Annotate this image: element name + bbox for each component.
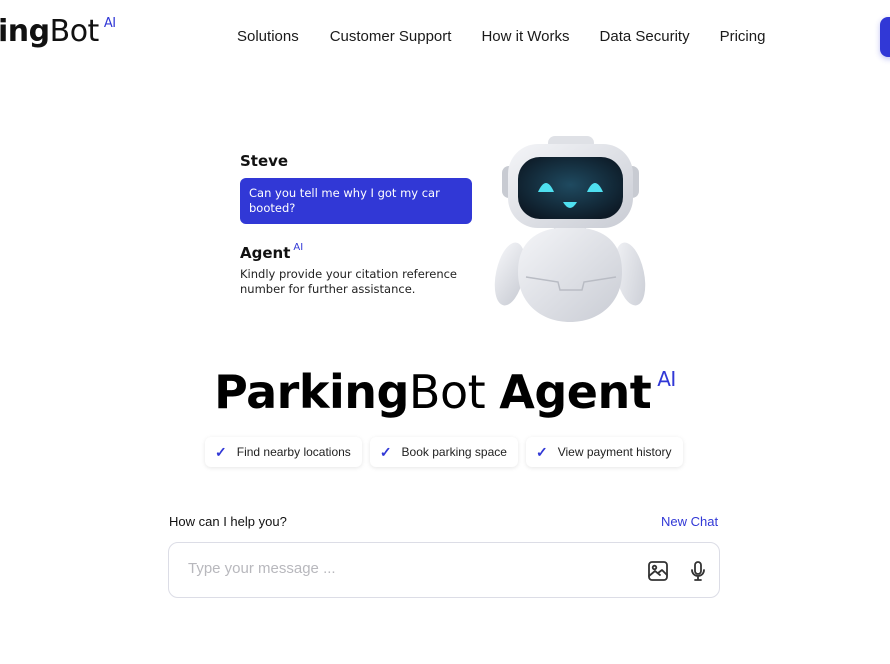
check-icon: ✓ <box>379 443 392 460</box>
check-icon: ✓ <box>215 443 227 460</box>
robot-screen <box>518 157 623 219</box>
agent-message: Kindly provide your citation reference n… <box>240 267 458 296</box>
robot-body <box>518 227 622 322</box>
header-cta-button[interactable] <box>880 17 890 57</box>
agent-label: Agent <box>240 244 291 262</box>
logo[interactable]: ingBot AI <box>0 14 116 49</box>
hero-title-agent: Agent <box>499 365 652 419</box>
hero-title-parking: Parking <box>214 365 409 419</box>
composer-label: How can I help you? <box>169 514 287 529</box>
feature-label: Book parking space <box>401 445 507 459</box>
robot-illustration <box>494 136 646 322</box>
agent-ai-badge: AI <box>293 242 304 253</box>
feature-payment-history[interactable]: ✓ View payment history <box>525 437 683 467</box>
hero-ai-badge: AI <box>657 367 676 391</box>
nav-customer-support[interactable]: Customer Support <box>330 28 452 45</box>
nav-pricing[interactable]: Pricing <box>720 28 766 45</box>
new-chat-link[interactable]: New Chat <box>661 514 718 529</box>
nav-how-it-works[interactable]: How it Works <box>481 28 569 45</box>
chat-preview: Steve Can you tell me why I got my car b… <box>240 152 472 297</box>
microphone-icon[interactable] <box>686 559 710 583</box>
feature-label: Find nearby locations <box>236 445 351 459</box>
user-message-bubble: Can you tell me why I got my car booted? <box>240 178 472 224</box>
nav-solutions[interactable]: Solutions <box>237 28 299 45</box>
check-icon: ✓ <box>535 443 548 460</box>
main-nav: Solutions Customer Support How it Works … <box>237 28 795 45</box>
logo-ai-badge: AI <box>103 16 116 31</box>
image-icon[interactable] <box>646 559 670 583</box>
feature-label: View payment history <box>557 445 672 459</box>
nav-data-security[interactable]: Data Security <box>600 28 690 45</box>
logo-bold: ing <box>0 14 50 49</box>
message-composer <box>168 542 720 598</box>
user-name: Steve <box>240 152 289 170</box>
hero-title-bot: Bot <box>408 365 486 419</box>
logo-light: Bot <box>49 14 100 49</box>
feature-find-locations[interactable]: ✓ Find nearby locations <box>205 437 362 467</box>
message-input[interactable] <box>186 559 630 578</box>
feature-list: ✓ Find nearby locations ✓ Book parking s… <box>205 437 691 467</box>
feature-book-parking[interactable]: ✓ Book parking space <box>369 437 518 467</box>
agent-name: Agent AI <box>240 242 472 262</box>
hero-title: ParkingBot Agent AI <box>0 365 890 419</box>
